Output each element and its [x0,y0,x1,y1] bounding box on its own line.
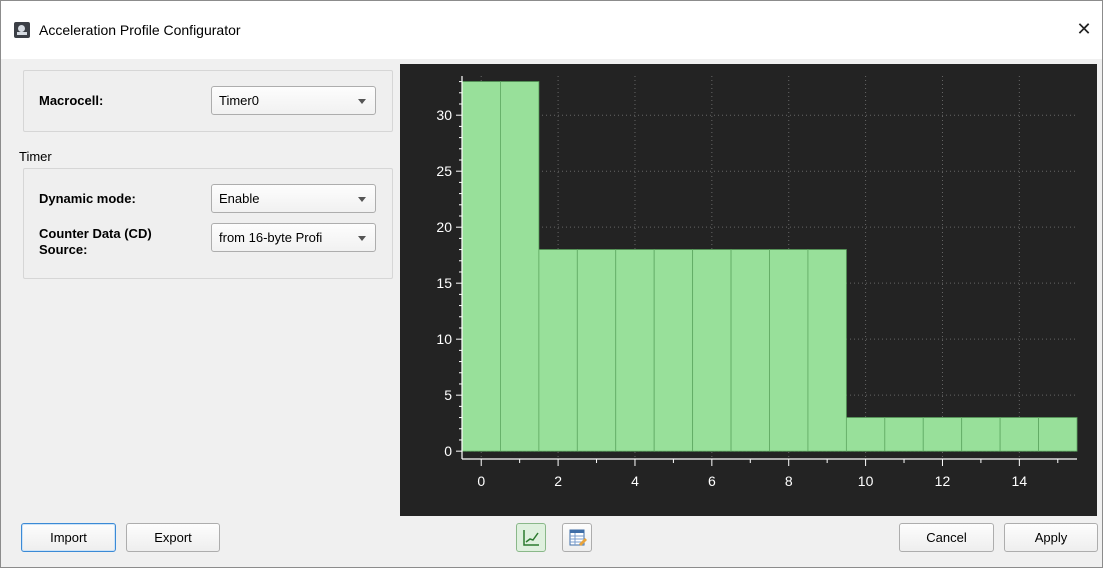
x-tick-label-10: 10 [858,473,874,489]
export-button[interactable]: Export [126,523,220,552]
bar-14 [999,417,1039,452]
bar-6 [692,249,732,452]
x-tick-label-8: 8 [785,473,793,489]
cd-source-label-line2: Source: [39,242,88,257]
cd-source-label-line1: Counter Data (CD) [39,226,152,241]
y-tick-label-30: 30 [436,107,452,123]
bar-7 [730,249,770,452]
timer-section-label: Timer [19,149,52,164]
table-view-button[interactable] [562,523,592,552]
y-tick-label-25: 25 [436,163,452,179]
title-bar: Acceleration Profile Configurator ✕ [1,1,1102,59]
cancel-button[interactable]: Cancel [899,523,994,552]
y-tick-label-5: 5 [444,387,452,403]
x-tick-label-12: 12 [935,473,951,489]
x-tick-label-4: 4 [631,473,639,489]
bar-5 [653,249,694,452]
bar-4 [615,249,655,452]
macrocell-select[interactable]: Timer0 [211,86,376,115]
close-icon[interactable]: ✕ [1072,17,1096,41]
profile-chart[interactable]: 0 5 10 15 20 25 30 0 2 4 6 8 10 12 14 [400,64,1097,516]
y-tick-label-10: 10 [436,331,452,347]
import-button[interactable]: Import [21,523,116,552]
cd-source-select[interactable]: from 16-byte Profi [211,223,376,252]
bar-11 [884,417,924,452]
window-title: Acceleration Profile Configurator [39,22,241,38]
bar-0 [461,81,501,452]
macrocell-label: Macrocell: [39,93,104,108]
x-tick-label-0: 0 [477,473,485,489]
chart-view-button[interactable] [516,523,546,552]
macrocell-value: Timer0 [219,93,259,108]
bar-2 [538,249,578,452]
x-tick-label-2: 2 [554,473,562,489]
line-chart-icon [523,530,539,546]
y-tick-label-15: 15 [436,275,452,291]
bar-12 [922,417,963,452]
dynamic-mode-select[interactable]: Enable [211,184,376,213]
bar-3 [576,249,617,452]
table-icon [569,529,587,546]
cd-source-label: Counter Data (CD) Source: [39,226,152,258]
x-tick-label-6: 6 [708,473,716,489]
app-icon [14,22,30,38]
apply-button[interactable]: Apply [1004,523,1098,552]
bar-1 [500,81,540,452]
bar-8 [769,249,809,452]
bar-15 [1038,417,1078,452]
y-tick-label-20: 20 [436,219,452,235]
bar-10 [845,417,886,452]
profile-chart-svg: 0 5 10 15 20 25 30 0 2 4 6 8 10 12 14 [436,76,1078,489]
chevron-down-icon [358,197,366,202]
chevron-down-icon [358,236,366,241]
bar-9 [807,249,847,452]
bar-13 [961,417,1001,452]
dialog-window: Acceleration Profile Configurator ✕ Macr… [0,0,1103,568]
dynamic-mode-label: Dynamic mode: [39,191,136,206]
chevron-down-icon [358,99,366,104]
y-tick-label-0: 0 [444,443,452,459]
dynamic-mode-value: Enable [219,191,260,206]
x-tick-label-14: 14 [1012,473,1028,489]
cd-source-value: from 16-byte Profi [219,230,323,245]
